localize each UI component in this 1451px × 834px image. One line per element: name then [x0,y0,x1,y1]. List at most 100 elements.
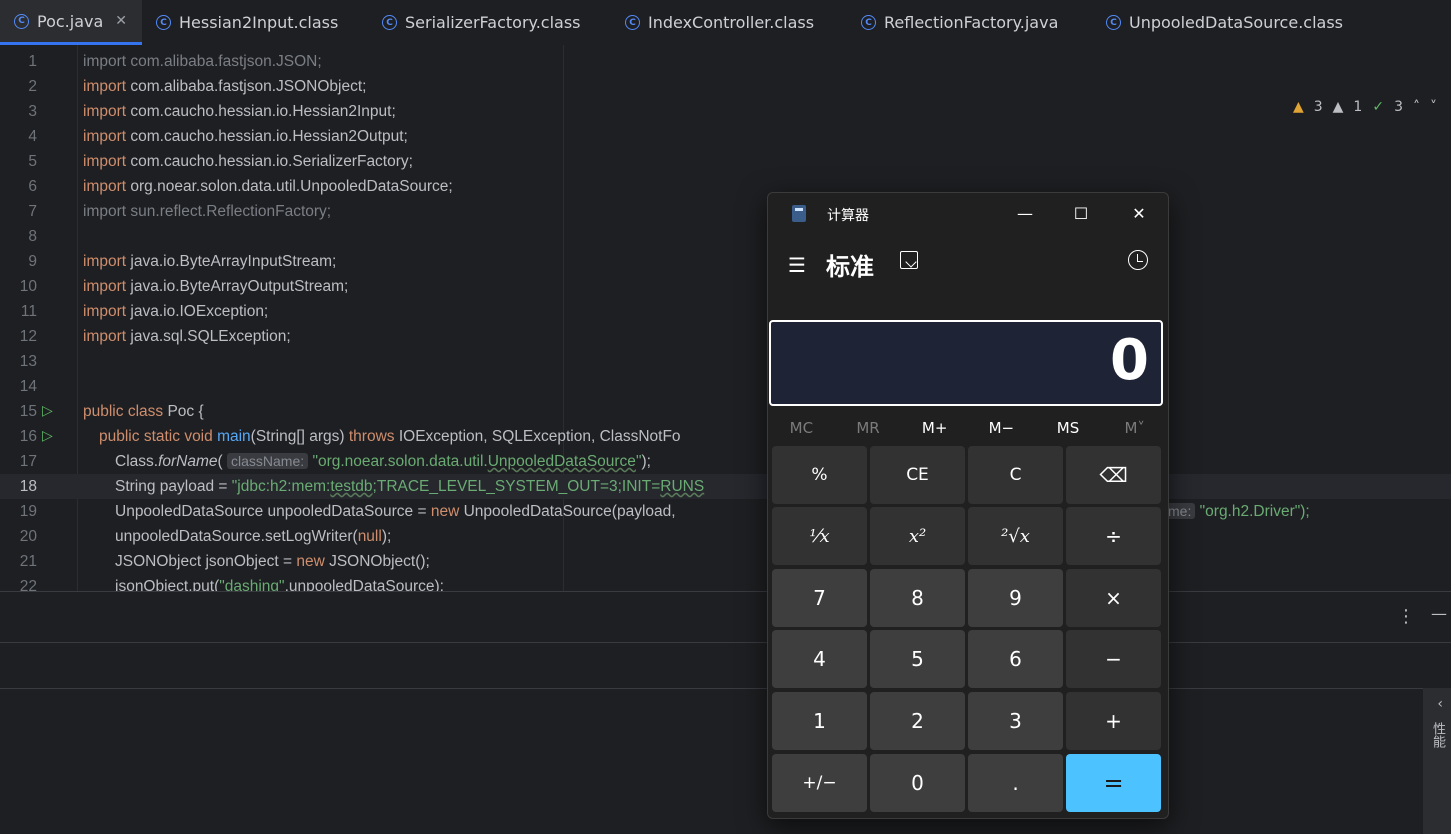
panel-divider [0,642,1451,643]
line-number: 4 [28,128,37,145]
panel-divider [0,688,1451,689]
digit-5-button[interactable]: 5 [870,630,965,688]
line-number: 17 [19,453,37,470]
memory-recall-button[interactable]: MR [835,414,902,442]
display-value: 0 [1110,328,1149,393]
class-icon: C [14,13,29,29]
parameter-hint: className: [227,453,309,469]
code-text: import java.io.IOException; [83,303,269,320]
line-number: 1 [28,53,37,70]
more-options-icon[interactable]: ⋮ [1397,606,1415,627]
decimal-button[interactable]: . [968,754,1063,812]
history-icon[interactable] [1128,250,1148,270]
side-tool-label[interactable]: 性能 [1428,722,1447,748]
code-line: 11 import java.io.IOException; [0,299,1451,324]
memory-store-button[interactable]: MS [1035,414,1102,442]
code-text: import sun.reflect.ReflectionFactory; [83,203,332,220]
tab-unpooleddatasource[interactable]: C UnpooledDataSource.class [1106,0,1343,45]
tab-label: Hessian2Input.class [179,13,339,32]
tab-label: Poc.java [37,11,104,31]
code-editor[interactable]: ▲ 3 ▲ 1 ✓ 3 ˄ ˅ 1 import com.alibaba.fastjso… [0,45,1451,591]
mode-title: 标准 [826,253,874,281]
memory-add-button[interactable]: M+ [901,414,968,442]
minimize-window-button[interactable]: — [1002,199,1048,227]
tab-label: IndexController.class [648,13,815,32]
minimize-icon[interactable]: — [1431,604,1447,623]
add-button[interactable]: + [1066,692,1161,750]
hamburger-menu-icon[interactable]: ☰ [788,253,806,277]
clear-button[interactable]: C [968,446,1063,504]
negate-button[interactable]: +/− [772,754,867,812]
digit-1-button[interactable]: 1 [772,692,867,750]
memory-clear-button[interactable]: MC [768,414,835,442]
memory-list-button[interactable]: M˅ [1101,414,1168,442]
close-window-button[interactable]: ✕ [1116,199,1162,227]
memory-row: MC MR M+ M− MS M˅ [768,414,1168,442]
tab-serializerfactory[interactable]: C SerializerFactory.class [382,0,581,45]
tab-indexcontroller[interactable]: C IndexController.class [625,0,814,45]
keep-on-top-icon[interactable] [900,251,918,269]
backspace-button[interactable]: ⌫ [1066,446,1161,504]
code-text: import com.caucho.hessian.io.Hessian2Out… [83,128,408,145]
class-icon: C [156,15,171,30]
code-text: import com.alibaba.fastjson.JSON; [83,53,322,70]
code-text-tail: me: "org.h2.Driver"); [1164,499,1310,524]
tab-reflectionfactory[interactable]: C ReflectionFactory.java [861,0,1058,45]
code-line: 13 [0,349,1451,374]
code-text: public class Poc { [83,403,204,420]
multiply-button[interactable]: × [1066,569,1161,627]
line-number: 22 [19,578,37,591]
close-icon[interactable]: ✕ [115,13,127,29]
code-line: 4 import com.caucho.hessian.io.Hessian2Ou… [0,124,1451,149]
digit-9-button[interactable]: 9 [968,569,1063,627]
tab-label: SerializerFactory.class [405,13,581,32]
line-number: 13 [19,353,37,370]
equals-button[interactable]: = [1066,754,1161,812]
code-text: unpooledDataSource.setLogWriter(null); [115,528,392,545]
square-root-button[interactable]: ²√x [968,507,1063,565]
square-button[interactable]: x² [870,507,965,565]
reciprocal-button[interactable]: ⅟x [772,507,867,565]
code-text: import com.alibaba.fastjson.JSONObject; [83,78,367,95]
code-line: 1 import com.alibaba.fastjson.JSON; [0,49,1451,74]
tab-label: UnpooledDataSource.class [1129,13,1343,32]
class-icon: C [1106,15,1121,30]
line-number: 19 [19,503,37,520]
memory-subtract-button[interactable]: M− [968,414,1035,442]
title-bar[interactable]: 计算器 — ☐ ✕ [768,193,1168,233]
percent-button[interactable]: % [772,446,867,504]
line-number: 20 [19,528,37,545]
calculator-window: 计算器 — ☐ ✕ ☰ 标准 0 MC MR M+ M− MS M˅ % CE … [767,192,1169,819]
tab-hessian2input[interactable]: C Hessian2Input.class [156,0,338,45]
digit-4-button[interactable]: 4 [772,630,867,688]
code-line-current: 18 String payload = "jdbc:h2:mem:testdb;T… [0,474,1451,499]
class-icon: C [382,15,397,30]
clear-entry-button[interactable]: CE [870,446,965,504]
digit-8-button[interactable]: 8 [870,569,965,627]
line-number: 7 [28,203,37,220]
run-icon[interactable]: ▷ [42,399,53,424]
line-number: 11 [20,303,37,320]
code-text: String payload = "jdbc:h2:mem:testdb;TRA… [115,478,705,495]
code-line: 7 import sun.reflect.ReflectionFactory; [0,199,1451,224]
chevron-left-icon[interactable]: ‹ [1437,696,1443,712]
code-line: 14 [0,374,1451,399]
code-line: 3 import com.caucho.hessian.io.Hessian2In… [0,99,1451,124]
digit-2-button[interactable]: 2 [870,692,965,750]
maximize-window-button[interactable]: ☐ [1058,199,1104,227]
tool-window-panel: ⋮ — ‹ 性能 [0,591,1451,834]
divide-button[interactable]: ÷ [1066,507,1161,565]
code-text: Class.forName( className: "org.noear.sol… [115,453,651,470]
digit-7-button[interactable]: 7 [772,569,867,627]
code-text: public static void main(String[] args) t… [99,428,681,445]
digit-6-button[interactable]: 6 [968,630,1063,688]
run-icon[interactable]: ▷ [42,424,53,449]
line-number: 10 [19,278,37,295]
subtract-button[interactable]: − [1066,630,1161,688]
code-text: import java.sql.SQLException; [83,328,291,345]
line-number: 14 [19,378,37,395]
code-line: 17 Class.forName( className: "org.noear.s… [0,449,1451,474]
digit-3-button[interactable]: 3 [968,692,1063,750]
tab-poc-java[interactable]: C Poc.java ✕ [0,0,142,45]
digit-0-button[interactable]: 0 [870,754,965,812]
